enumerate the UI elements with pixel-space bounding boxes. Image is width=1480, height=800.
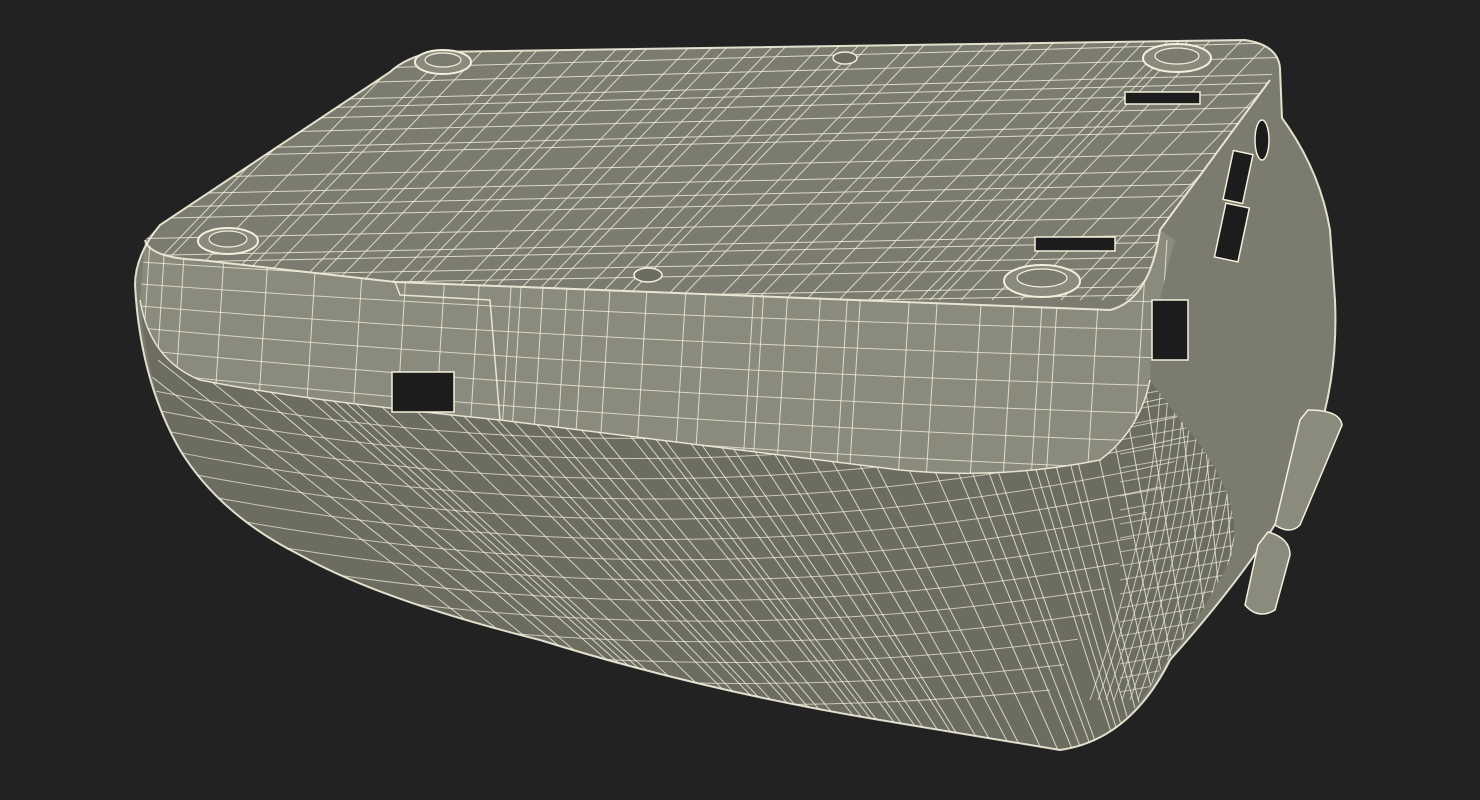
screw-hole bbox=[633, 267, 663, 283]
rubber-foot bbox=[197, 227, 259, 255]
power-jack bbox=[1254, 119, 1270, 161]
usb-port bbox=[391, 371, 455, 413]
vent-slot bbox=[1034, 236, 1116, 252]
ethernet-port bbox=[1151, 299, 1189, 361]
rubber-foot bbox=[1003, 264, 1081, 298]
screw-hole bbox=[832, 51, 858, 65]
rubber-foot bbox=[414, 49, 472, 75]
wireframe-model bbox=[133, 38, 1343, 752]
rubber-foot bbox=[1142, 43, 1212, 73]
render-viewport bbox=[0, 0, 1480, 800]
vent-slot bbox=[1124, 91, 1201, 105]
